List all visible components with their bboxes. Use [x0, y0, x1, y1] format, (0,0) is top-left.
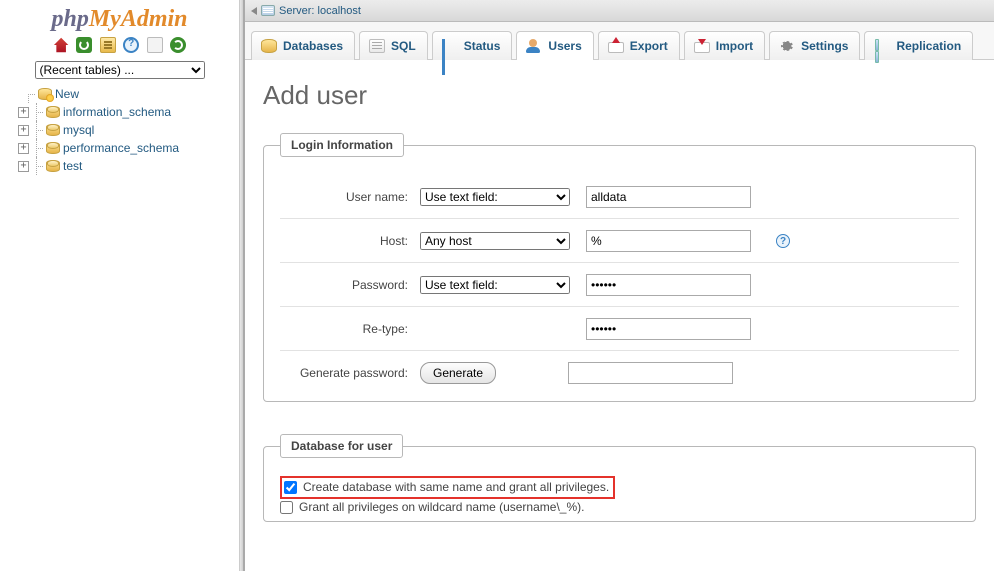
tab-label: Users — [548, 39, 581, 53]
collapse-arrow-icon[interactable] — [251, 7, 257, 15]
tree-connector-icon — [31, 157, 43, 175]
tab-import[interactable]: Import — [684, 31, 765, 60]
databases-icon — [261, 39, 277, 53]
login-info-legend: Login Information — [280, 133, 404, 157]
database-icon — [46, 142, 60, 154]
tab-label: Settings — [801, 39, 848, 53]
login-information-fieldset: Login Information User name: Use text fi… — [263, 133, 976, 402]
tree-db-row[interactable]: + information_schema — [18, 103, 233, 121]
logo-part-1: php — [51, 6, 88, 32]
tab-label: Import — [716, 39, 753, 53]
status-icon — [442, 39, 458, 53]
retype-field-row: Re-type: — [280, 307, 959, 351]
database-tree: New + information_schema + mysql + perfo… — [0, 85, 239, 181]
tab-label: Replication — [896, 39, 961, 53]
tree-connector-icon — [31, 121, 43, 139]
tab-status[interactable]: Status — [432, 31, 513, 60]
tree-db-row[interactable]: + performance_schema — [18, 139, 233, 157]
tree-connector-icon — [31, 103, 43, 121]
database-for-user-fieldset: Database for user Create database with s… — [263, 434, 976, 522]
host-label: Host: — [280, 234, 420, 248]
highlight-box: Create database with same name and grant… — [280, 476, 615, 499]
users-icon — [526, 39, 542, 53]
retype-label: Re-type: — [280, 322, 420, 336]
password-field-row: Password: Use text field: — [280, 263, 959, 307]
query-window-icon[interactable] — [100, 37, 116, 53]
generate-label: Generate password: — [280, 366, 420, 380]
main-panel: Server: localhost Databases SQL Status U… — [244, 0, 994, 571]
tab-label: SQL — [391, 39, 416, 53]
host-input[interactable] — [586, 230, 751, 252]
tree-expander-icon[interactable]: + — [18, 161, 29, 172]
export-icon — [608, 39, 624, 53]
tab-sql[interactable]: SQL — [359, 31, 428, 60]
generated-password-input[interactable] — [568, 362, 733, 384]
breadcrumb: Server: localhost — [245, 0, 994, 22]
sql-icon — [369, 39, 385, 53]
database-icon — [46, 160, 60, 172]
logout-icon[interactable] — [76, 37, 92, 53]
reload-icon[interactable] — [170, 37, 186, 53]
tree-new-label[interactable]: New — [55, 87, 79, 101]
import-icon — [694, 39, 710, 53]
help-icon[interactable]: ? — [776, 234, 790, 248]
tab-label: Status — [464, 39, 501, 53]
logo-part-2: MyAdmin — [89, 6, 188, 32]
tree-connector-icon — [23, 85, 35, 103]
sidebar: phpMyAdmin (Recent tables) ... New + — [0, 0, 240, 571]
create-db-checkbox[interactable] — [284, 481, 297, 494]
logo[interactable]: phpMyAdmin — [0, 0, 239, 33]
tree-db-label[interactable]: test — [63, 159, 82, 173]
sidebar-toolbar — [0, 33, 239, 59]
username-field-row: User name: Use text field: — [280, 175, 959, 219]
tree-db-label[interactable]: performance_schema — [63, 141, 179, 155]
host-field-row: Host: Any host ? — [280, 219, 959, 263]
generate-button[interactable]: Generate — [420, 362, 496, 384]
wildcard-label: Grant all privileges on wildcard name (u… — [299, 500, 584, 514]
new-db-icon — [38, 88, 52, 100]
generate-field-row: Generate password: Generate — [280, 351, 959, 395]
username-label: User name: — [280, 190, 420, 204]
database-icon — [46, 124, 60, 136]
password-mode-select[interactable]: Use text field: — [420, 276, 570, 294]
tree-db-label[interactable]: information_schema — [63, 105, 171, 119]
username-input[interactable] — [586, 186, 751, 208]
tab-export[interactable]: Export — [598, 31, 680, 60]
replication-icon — [874, 39, 890, 53]
breadcrumb-prefix: Server: — [279, 5, 314, 17]
docs-icon[interactable] — [123, 37, 139, 53]
tree-db-row[interactable]: + mysql — [18, 121, 233, 139]
top-tabs: Databases SQL Status Users Export Import — [245, 22, 994, 60]
host-mode-select[interactable]: Any host — [420, 232, 570, 250]
tab-label: Export — [630, 39, 668, 53]
tab-settings[interactable]: Settings — [769, 31, 860, 60]
tree-expander-icon[interactable]: + — [18, 107, 29, 118]
database-icon — [46, 106, 60, 118]
wildcard-checkbox[interactable] — [280, 501, 293, 514]
dbforuser-legend: Database for user — [280, 434, 403, 458]
tree-new[interactable]: New — [23, 85, 233, 103]
tab-label: Databases — [283, 39, 343, 53]
tree-expander-icon[interactable]: + — [18, 125, 29, 136]
tree-db-label[interactable]: mysql — [63, 123, 94, 137]
settings-icon — [779, 39, 795, 53]
create-db-label: Create database with same name and grant… — [303, 480, 609, 494]
tree-expander-icon[interactable]: + — [18, 143, 29, 154]
home-icon[interactable] — [53, 37, 69, 53]
navi-settings-icon[interactable] — [147, 37, 163, 53]
tab-users[interactable]: Users — [516, 31, 593, 60]
tree-connector-icon — [31, 139, 43, 157]
server-icon — [261, 5, 275, 16]
tree-db-row[interactable]: + test — [18, 157, 233, 175]
recent-tables-select[interactable]: (Recent tables) ... — [35, 61, 205, 79]
tab-replication[interactable]: Replication — [864, 31, 973, 60]
retype-input[interactable] — [586, 318, 751, 340]
breadcrumb-server[interactable]: localhost — [318, 5, 361, 17]
password-label: Password: — [280, 278, 420, 292]
tab-databases[interactable]: Databases — [251, 31, 355, 60]
page-title: Add user — [263, 80, 976, 111]
password-input[interactable] — [586, 274, 751, 296]
username-mode-select[interactable]: Use text field: — [420, 188, 570, 206]
